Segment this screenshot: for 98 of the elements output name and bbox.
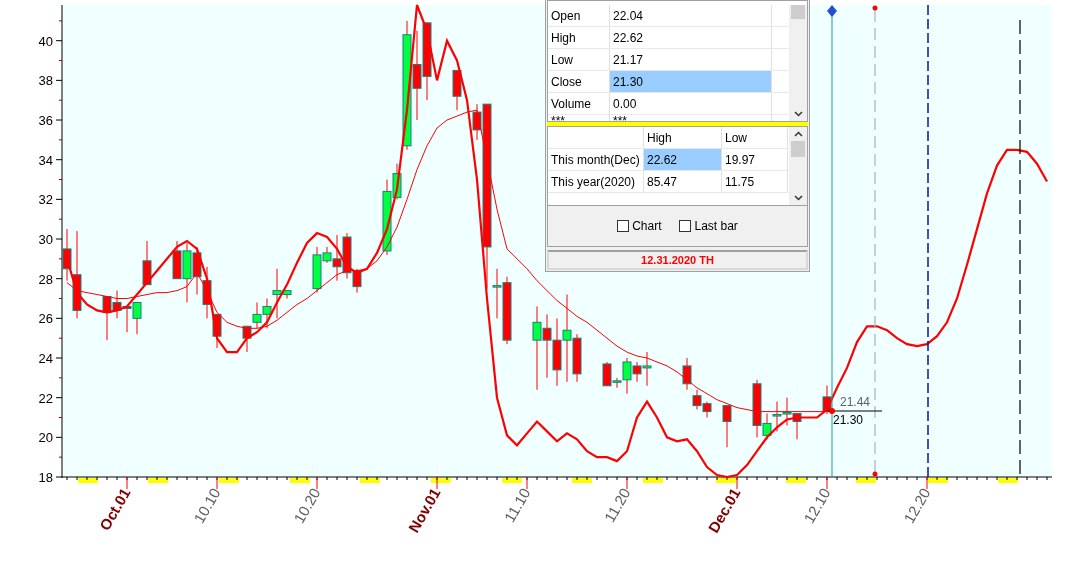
candle-body (682, 365, 692, 385)
candle-wick (766, 413, 768, 440)
table-cell: This year(2020) (548, 171, 644, 192)
candle-wick (266, 298, 268, 329)
axis-label: 26 (38, 311, 53, 327)
candle-body (192, 252, 202, 278)
table-cell: 21.30 (610, 71, 772, 92)
status-date: 12.31.2020 TH (547, 250, 808, 270)
candle-wick (206, 266, 208, 319)
axis-label: 28 (38, 271, 53, 287)
weekend-marker (360, 478, 380, 483)
weekend-marker (148, 478, 168, 483)
weekend-marker (572, 478, 592, 483)
candle-wick (826, 384, 828, 415)
candle-wick (356, 268, 358, 294)
candle-wick (396, 163, 398, 200)
candle-wick (626, 357, 628, 395)
candle-body (452, 69, 462, 97)
candle-body (202, 280, 212, 305)
candle-body (702, 403, 712, 413)
candle-wick (116, 290, 118, 319)
candle-wick (686, 357, 688, 391)
candle-body (692, 395, 702, 407)
candle-wick (646, 351, 648, 387)
table-cell: 0.00 (610, 93, 772, 114)
weekend-marker (856, 478, 876, 483)
candle-wick (616, 377, 618, 389)
weekend-marker (928, 478, 948, 483)
weekend-marker (643, 478, 663, 483)
scrollbar[interactable] (789, 5, 807, 121)
checkbox[interactable]: Last bar (679, 219, 738, 233)
weekend-marker (431, 478, 451, 483)
table-cell: 85.47 (644, 171, 722, 192)
weekend-marker (502, 478, 522, 483)
axis-label: 22 (38, 390, 53, 406)
dot-marker (872, 471, 878, 477)
scrollbar[interactable] (789, 127, 807, 205)
candle-body (532, 321, 542, 341)
candle-wick (546, 313, 548, 379)
weekend-marker (290, 478, 310, 483)
candle-body (172, 250, 182, 280)
candle-wick (476, 103, 478, 141)
table-cell: High (548, 27, 610, 48)
scroll-down-icon[interactable] (793, 111, 803, 117)
candle-wick (786, 397, 788, 426)
dot-marker (872, 5, 878, 11)
scroll-thumb[interactable] (791, 141, 805, 157)
table-cell: Open (548, 5, 610, 26)
weekend-marker (786, 478, 806, 483)
candle-wick (336, 234, 338, 282)
table-cell: 21.17 (610, 49, 772, 70)
candle-body (242, 325, 252, 339)
scroll-up-icon[interactable] (793, 131, 803, 137)
weekend-marker (716, 478, 736, 483)
candle-wick (196, 246, 198, 296)
price-label: 21.44 (840, 395, 871, 409)
diamond-marker (827, 5, 837, 17)
axis-label: 18 (38, 470, 53, 485)
table-cell: Volume (548, 93, 610, 114)
table-cell: 22.62 (644, 149, 722, 170)
axis-label: 20 (38, 430, 53, 446)
candle-wick (496, 268, 498, 319)
table-cell: 22.04 (610, 5, 772, 26)
weekend-marker (219, 478, 239, 483)
axis-label: 38 (38, 73, 53, 89)
candle-body (142, 260, 152, 286)
candle-body (722, 405, 732, 422)
scroll-down-icon[interactable] (793, 195, 803, 201)
table-cell: 11.75 (722, 171, 788, 192)
table-cell: 19.97 (722, 149, 788, 170)
axis-label: 32 (38, 192, 53, 208)
candle-body (62, 248, 72, 270)
checkbox[interactable]: Chart (617, 219, 662, 233)
axis-label: 34 (38, 152, 53, 168)
weekend-marker (78, 478, 98, 483)
axis-label: 24 (38, 351, 53, 366)
column-header: Low (722, 127, 788, 148)
table-cell: Low (548, 49, 610, 70)
dot-marker (829, 408, 835, 414)
table-cell: 22.62 (610, 27, 772, 48)
axis-label: 40 (38, 33, 53, 49)
candle-wick (276, 268, 278, 319)
candle-wick (776, 401, 778, 432)
column-header: High (644, 127, 722, 148)
axis-label: 36 (38, 113, 53, 129)
candle-body (822, 396, 832, 413)
candle-body (72, 274, 82, 311)
axis-label: 30 (38, 232, 53, 247)
price-label: 21.30 (833, 413, 864, 427)
weekend-marker (998, 478, 1018, 483)
candle-wick (256, 302, 258, 329)
price-line (827, 410, 883, 412)
candle-wick (66, 228, 68, 282)
scroll-thumb[interactable] (791, 5, 805, 19)
candle-body (182, 250, 192, 280)
candle-wick (636, 361, 638, 383)
candle-wick (696, 389, 698, 411)
candle-body (212, 313, 222, 337)
